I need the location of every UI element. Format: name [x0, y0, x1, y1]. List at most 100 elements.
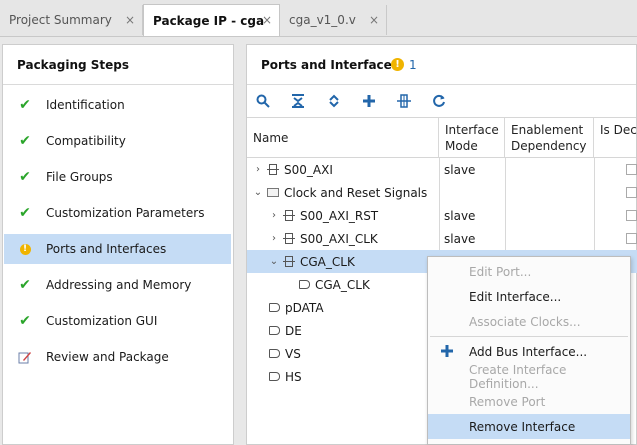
tab-project-summary[interactable]: Project Summary × [0, 5, 143, 35]
row-name: S00_AXI [284, 162, 333, 177]
chevron-right-icon[interactable]: › [269, 210, 279, 221]
close-icon[interactable]: × [125, 13, 135, 27]
is-declared-checkbox[interactable] [626, 227, 637, 250]
menu-item-remove-port[interactable]: Remove Port [428, 389, 630, 414]
plus-icon [440, 344, 454, 361]
port-in-icon [269, 326, 280, 335]
port-in-icon [269, 372, 280, 381]
menu-item-remove-interface[interactable]: Remove Interface [428, 414, 630, 439]
chevron-down-icon[interactable]: ⌄ [269, 256, 279, 267]
menu-item-create-interface-definition[interactable]: Create Interface Definition... [428, 362, 630, 391]
row-name: S00_AXI_CLK [300, 231, 378, 246]
step-identification[interactable]: ✔ Identification [4, 90, 231, 120]
row-name: DE [285, 323, 302, 338]
refresh-icon[interactable] [428, 90, 450, 112]
collapse-all-icon[interactable] [287, 90, 309, 112]
chevron-right-icon[interactable]: › [253, 164, 263, 175]
row-name-cell: DE [265, 319, 302, 342]
tab-cga-v1-0-v[interactable]: cga_v1_0.v × [280, 5, 387, 35]
warning-icon[interactable]: ! [391, 58, 404, 71]
row-mode: slave [444, 162, 476, 177]
column-header-interface-mode[interactable]: Interface Mode [439, 118, 505, 157]
menu-item-edit-port[interactable]: Edit Port... [428, 259, 630, 284]
step-label: Identification [46, 98, 125, 112]
interface-icon [267, 164, 279, 175]
folder-icon [267, 188, 279, 197]
divider [247, 84, 636, 85]
add-icon[interactable] [358, 90, 380, 112]
warning-icon: ! [17, 243, 33, 255]
divider [3, 84, 233, 85]
menu-item-label: Edit Interface... [469, 289, 562, 304]
menu-item-associate-clocks[interactable]: Associate Clocks... [428, 309, 630, 334]
chevron-down-icon[interactable]: ⌄ [253, 187, 263, 198]
step-customization-parameters[interactable]: ✔ Customization Parameters [4, 198, 231, 228]
check-icon: ✔ [19, 205, 31, 221]
table-row[interactable]: › S00_AXI slave [247, 158, 637, 181]
row-name-cell: ⌄ CGA_CLK [269, 250, 355, 273]
check-icon: ✔ [19, 277, 31, 293]
step-customization-gui[interactable]: ✔ Customization GUI [4, 306, 231, 336]
menu-item-label: Associate Clocks... [469, 314, 581, 329]
edit-icon [17, 350, 33, 364]
row-name-cell: › S00_AXI_RST [269, 204, 378, 227]
tab-label: Package IP - cga [153, 13, 265, 28]
row-name: VS [285, 346, 301, 361]
row-name-cell: › S00_AXI_CLK [269, 227, 378, 250]
is-declared-checkbox[interactable] [626, 204, 637, 227]
menu-item-label: Create Interface Definition... [469, 362, 567, 391]
step-review-and-package[interactable]: Review and Package [4, 342, 231, 372]
table-row[interactable]: › S00_AXI_CLK slave [247, 227, 637, 250]
chevron-right-icon[interactable]: › [269, 233, 279, 244]
step-compatibility[interactable]: ✔ Compatibility [4, 126, 231, 156]
row-name-cell: › S00_AXI [253, 158, 333, 181]
menu-item-add-bus-interface[interactable]: Add Bus Interface... [428, 339, 630, 364]
port-out-icon [299, 280, 310, 289]
search-icon[interactable] [252, 90, 274, 112]
column-header-enablement-dependency[interactable]: Enablement Dependency [505, 118, 594, 157]
row-name: CGA_CLK [315, 277, 370, 292]
packaging-steps-title: Packaging Steps [17, 58, 130, 72]
expand-all-icon[interactable] [323, 90, 345, 112]
column-header-name[interactable]: Name [247, 118, 439, 157]
interface-icon [283, 233, 295, 244]
tab-label: cga_v1_0.v [289, 13, 356, 27]
port-in-icon [269, 303, 280, 312]
step-file-groups[interactable]: ✔ File Groups [4, 162, 231, 192]
menu-item-label: Remove Port [469, 394, 546, 409]
menu-item-label: Remove Interface [469, 419, 576, 434]
close-icon[interactable]: × [369, 13, 379, 27]
step-label: Addressing and Memory [46, 278, 192, 292]
step-label: Review and Package [46, 350, 169, 364]
warning-count[interactable]: 1 [409, 58, 417, 72]
editor-tab-bar: Project Summary × Package IP - cga × cga… [0, 0, 637, 37]
ports-interfaces-title: Ports and Interfaces [261, 58, 399, 72]
is-declared-checkbox[interactable] [626, 181, 637, 204]
step-label: File Groups [46, 170, 113, 184]
step-addressing-and-memory[interactable]: ✔ Addressing and Memory [4, 270, 231, 300]
check-icon: ✔ [19, 169, 31, 185]
interface-icon [283, 210, 295, 221]
table-row[interactable]: ⌄ Clock and Reset Signals [247, 181, 637, 204]
port-in-icon [269, 349, 280, 358]
step-ports-and-interfaces[interactable]: ! Ports and Interfaces [4, 234, 231, 264]
interface-icon [283, 256, 295, 267]
close-icon[interactable]: × [262, 13, 272, 27]
table-row[interactable]: › S00_AXI_RST slave [247, 204, 637, 227]
row-name: HS [285, 369, 302, 384]
column-header-is-declared[interactable]: Is Declar [594, 118, 637, 157]
tab-package-ip[interactable]: Package IP - cga × [143, 4, 280, 36]
step-label: Ports and Interfaces [46, 242, 167, 256]
step-label: Compatibility [46, 134, 126, 148]
tab-label: Project Summary [9, 13, 112, 27]
row-name: CGA_CLK [300, 254, 355, 269]
check-icon: ✔ [19, 313, 31, 329]
row-name-cell: CGA_CLK [295, 273, 370, 296]
row-name-cell: VS [265, 342, 301, 365]
row-name: S00_AXI_RST [300, 208, 379, 223]
is-declared-checkbox[interactable] [626, 158, 637, 181]
check-icon: ✔ [19, 97, 31, 113]
menu-item-edit-interface[interactable]: Edit Interface... [428, 284, 630, 309]
row-name: Clock and Reset Signals [284, 185, 428, 200]
auto-infer-icon[interactable] [393, 90, 415, 112]
